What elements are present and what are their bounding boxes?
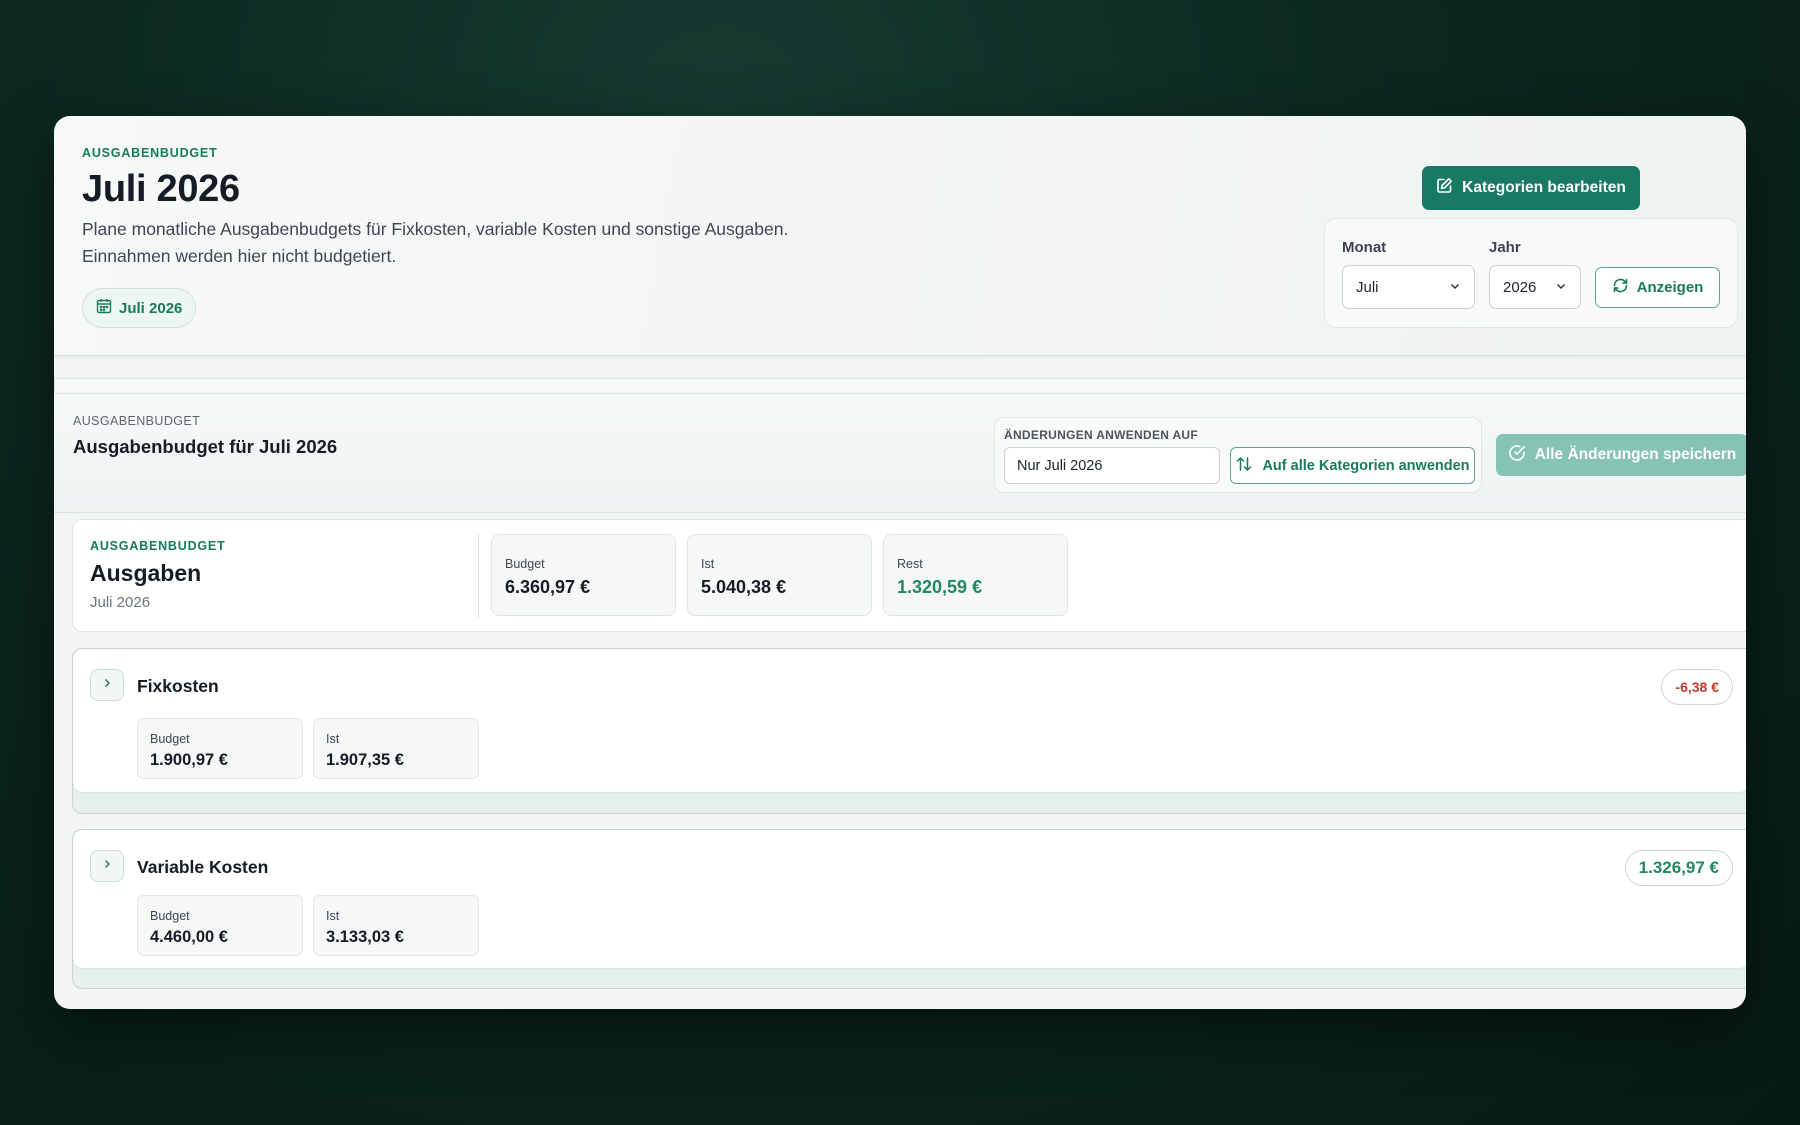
category-budget-stat: Budget 1.900,97 €: [137, 718, 303, 779]
header-eyebrow: AUSGABENBUDGET: [82, 146, 218, 160]
apply-scope-value: Nur Juli 2026: [1017, 457, 1103, 474]
month-select[interactable]: Juli: [1342, 265, 1475, 309]
apply-changes-card: ÄNDERUNGEN ANWENDEN AUF Nur Juli 2026 Au…: [994, 417, 1482, 493]
category-actual-stat: Ist 3.133,03 €: [313, 895, 479, 956]
category-name: Fixkosten: [137, 676, 219, 696]
sort-arrows-icon: [1235, 455, 1253, 477]
apply-scope-label: ÄNDERUNGEN ANWENDEN AUF: [1004, 428, 1199, 442]
summary-actual-value: 5.040,38 €: [701, 577, 787, 597]
budget-panel-title: Ausgabenbudget für Juli 2026: [73, 436, 338, 457]
apply-all-label: Auf alle Kategorien anwenden: [1262, 457, 1470, 474]
category-block-variable-kosten: Variable Kosten 1.326,97 € Budget 4.460,…: [72, 829, 1746, 989]
month-value: Juli: [1356, 278, 1379, 296]
chevron-right-icon: [101, 857, 113, 875]
expand-category-button[interactable]: [90, 669, 124, 701]
check-circle-icon: [1508, 444, 1526, 467]
period-chip-label: Juli 2026: [119, 299, 183, 317]
summary-subtitle: Juli 2026: [90, 594, 151, 611]
category-card: Variable Kosten 1.326,97 € Budget 4.460,…: [73, 830, 1746, 968]
save-all-button[interactable]: Alle Änderungen speichern: [1496, 434, 1746, 476]
category-budget-label: Budget: [150, 732, 190, 746]
page-header: AUSGABENBUDGET Juli 2026 Plane monatlich…: [54, 116, 1746, 356]
year-select[interactable]: 2026: [1489, 265, 1581, 309]
category-remaining-badge: 1.326,97 €: [1624, 850, 1733, 886]
show-button[interactable]: Anzeigen: [1595, 267, 1720, 308]
panel-divider: [54, 378, 1746, 392]
category-actual-value: 1.907,35 €: [326, 751, 404, 769]
year-value: 2026: [1503, 278, 1537, 296]
page-title: Juli 2026: [82, 168, 240, 210]
year-label: Jahr: [1489, 239, 1521, 256]
description-line-2: Einnahmen werden hier nicht budgetiert.: [82, 246, 397, 266]
summary-rest-value: 1.320,59 €: [897, 577, 983, 597]
category-block-fixkosten: Fixkosten -6,38 € Budget 1.900,97 € Ist …: [72, 648, 1746, 814]
summary-budget-label: Budget: [505, 557, 545, 571]
expand-category-button[interactable]: [90, 850, 124, 882]
refresh-icon: [1612, 277, 1629, 298]
summary-budget-stat: Budget 6.360,97 €: [491, 534, 676, 616]
category-budget-label: Budget: [150, 909, 190, 923]
description-line-1: Plane monatliche Ausgabenbudgets für Fix…: [82, 219, 789, 239]
edit-categories-label: Kategorien bearbeiten: [1462, 179, 1626, 196]
period-chip: Juli 2026: [82, 288, 197, 328]
month-label: Monat: [1342, 239, 1387, 256]
category-actual-value: 3.133,03 €: [326, 928, 404, 946]
edit-categories-button[interactable]: Kategorien bearbeiten: [1422, 166, 1640, 210]
category-actual-stat: Ist 1.907,35 €: [313, 718, 479, 779]
save-all-label: Alle Änderungen speichern: [1534, 446, 1737, 463]
budget-panel-eyebrow: AUSGABENBUDGET: [73, 414, 201, 428]
category-budget-value: 4.460,00 €: [150, 928, 228, 946]
summary-actual-label: Ist: [701, 557, 715, 571]
apply-scope-select[interactable]: Nur Juli 2026: [1004, 447, 1220, 484]
show-button-label: Anzeigen: [1636, 279, 1704, 296]
category-actual-label: Ist: [326, 909, 340, 923]
summary-rest-label: Rest: [897, 557, 923, 571]
budget-panel-header: AUSGABENBUDGET Ausgabenbudget für Juli 2…: [54, 393, 1746, 513]
period-filter: Monat Juli Jahr 2026 Anzeigen: [1324, 218, 1738, 328]
calendar-icon: [96, 298, 112, 318]
summary-rest-stat: Rest 1.320,59 €: [883, 534, 1068, 616]
category-card: Fixkosten -6,38 € Budget 1.900,97 € Ist …: [73, 649, 1746, 792]
summary-actual-stat: Ist 5.040,38 €: [687, 534, 872, 616]
budget-window: AUSGABENBUDGET Juli 2026 Plane monatlich…: [54, 116, 1746, 1009]
summary-divider: [478, 534, 479, 618]
page-description: Plane monatliche Ausgabenbudgets für Fix…: [82, 216, 842, 270]
chevron-down-icon: [1555, 279, 1567, 296]
apply-all-button[interactable]: Auf alle Kategorien anwenden: [1230, 447, 1475, 484]
summary-budget-value: 6.360,97 €: [505, 577, 591, 597]
category-actual-label: Ist: [326, 732, 340, 746]
category-budget-stat: Budget 4.460,00 €: [137, 895, 303, 956]
expenses-summary: AUSGABENBUDGET Ausgaben Juli 2026 Budget…: [72, 519, 1746, 632]
category-budget-value: 1.900,97 €: [150, 751, 228, 769]
category-name: Variable Kosten: [137, 857, 269, 877]
chevron-right-icon: [101, 676, 113, 694]
summary-eyebrow: AUSGABENBUDGET: [90, 539, 226, 553]
chevron-down-icon: [1449, 279, 1461, 296]
category-remaining-badge: -6,38 €: [1661, 669, 1733, 705]
summary-title: Ausgaben: [90, 560, 202, 586]
edit-icon: [1436, 177, 1453, 199]
